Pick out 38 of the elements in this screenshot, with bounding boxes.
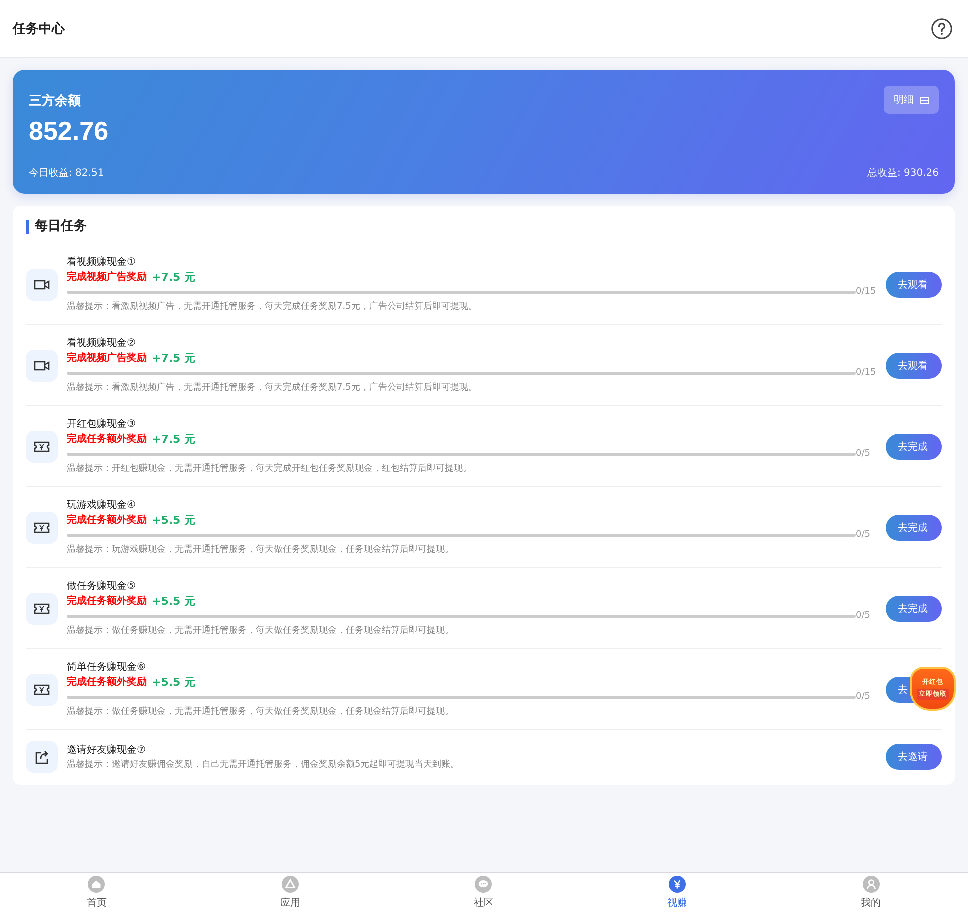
progress-count: 0/5: [856, 449, 872, 459]
progress-count: 0/5: [856, 611, 872, 621]
reward-label: 完成任务额外奖励: [67, 513, 147, 528]
task-title: 做任务赚现金⑤: [67, 580, 137, 594]
progress-count: 0/15: [856, 287, 876, 297]
task-title: 开红包赚现金③: [67, 418, 137, 432]
reward-label: 完成任务额外奖励: [67, 675, 147, 690]
reward-amount: +7.5 元: [152, 270, 196, 285]
task-title: 看视频赚现金②: [67, 336, 137, 351]
task-title: 玩游戏赚现金④: [67, 498, 137, 513]
reward-amount: +5.5 元: [152, 675, 196, 690]
task-title: 看视频赚现金①: [67, 256, 137, 270]
reward-label: 完成任务额外奖励: [67, 432, 147, 447]
balance-label: 三方余额: [29, 92, 81, 110]
reward-amount: +7.5 元: [152, 351, 196, 366]
reward-label: 完成任务额外奖励: [67, 594, 147, 609]
reward-label: 完成视频广告奖励: [67, 351, 147, 366]
task-tip: 温馨提示：玩游戏赚现金，无需开通托管服务，每天做任务奖励现金，任务现金结算后即可提现。: [67, 544, 455, 557]
task-tip: 温馨提示：做任务赚现金，无需开通托管服务，每天做任务奖励现金，任务现金结算后即可提现。: [67, 624, 455, 638]
progress-count: 0/15: [856, 368, 876, 378]
task-tip: 温馨提示：开红包赚现金，无需开通托管服务，每天完成开红包任务奖励现金，红包结算后即可提现。: [67, 462, 473, 476]
reward-amount: +7.5 元: [152, 432, 196, 447]
reward-amount: +5.5 元: [152, 513, 196, 528]
progress-count: 0/5: [856, 692, 872, 702]
balance-amount: 852.76: [29, 116, 110, 147]
task-tip: 温馨提示：邀请好友赚佣金奖励，自己无需开通托管服务，佣金奖励余额5元起即可提现当天到账。: [67, 758, 461, 772]
section-title: 每日任务: [26, 220, 942, 234]
today-earnings: 今日收益: 82.51: [29, 167, 104, 180]
task-title: 邀请好友赚现金⑦: [67, 744, 147, 758]
task-title: 简单任务赚现金⑥: [67, 660, 147, 675]
progress-count: 0/5: [856, 530, 872, 540]
reward-label: 完成视频广告奖励: [67, 270, 147, 285]
task-tip: 温馨提示：看激励视频广告，无需开通托管服务，每天完成任务奖励7.5元，广告公司结算后即可提现。: [67, 382, 478, 395]
task-tip: 温馨提示：看激励视频广告，无需开通托管服务，每天完成任务奖励7.5元，广告公司结算后即可提现。: [67, 300, 478, 314]
reward-amount: +5.5 元: [152, 594, 196, 609]
task-tip: 温馨提示：做任务赚现金，无需开通托管服务，每天做任务奖励现金，任务现金结算后即可提现。: [67, 706, 455, 719]
total-earnings: 总收益: 930.26: [867, 166, 939, 180]
page-title: 任务中心: [13, 20, 65, 38]
